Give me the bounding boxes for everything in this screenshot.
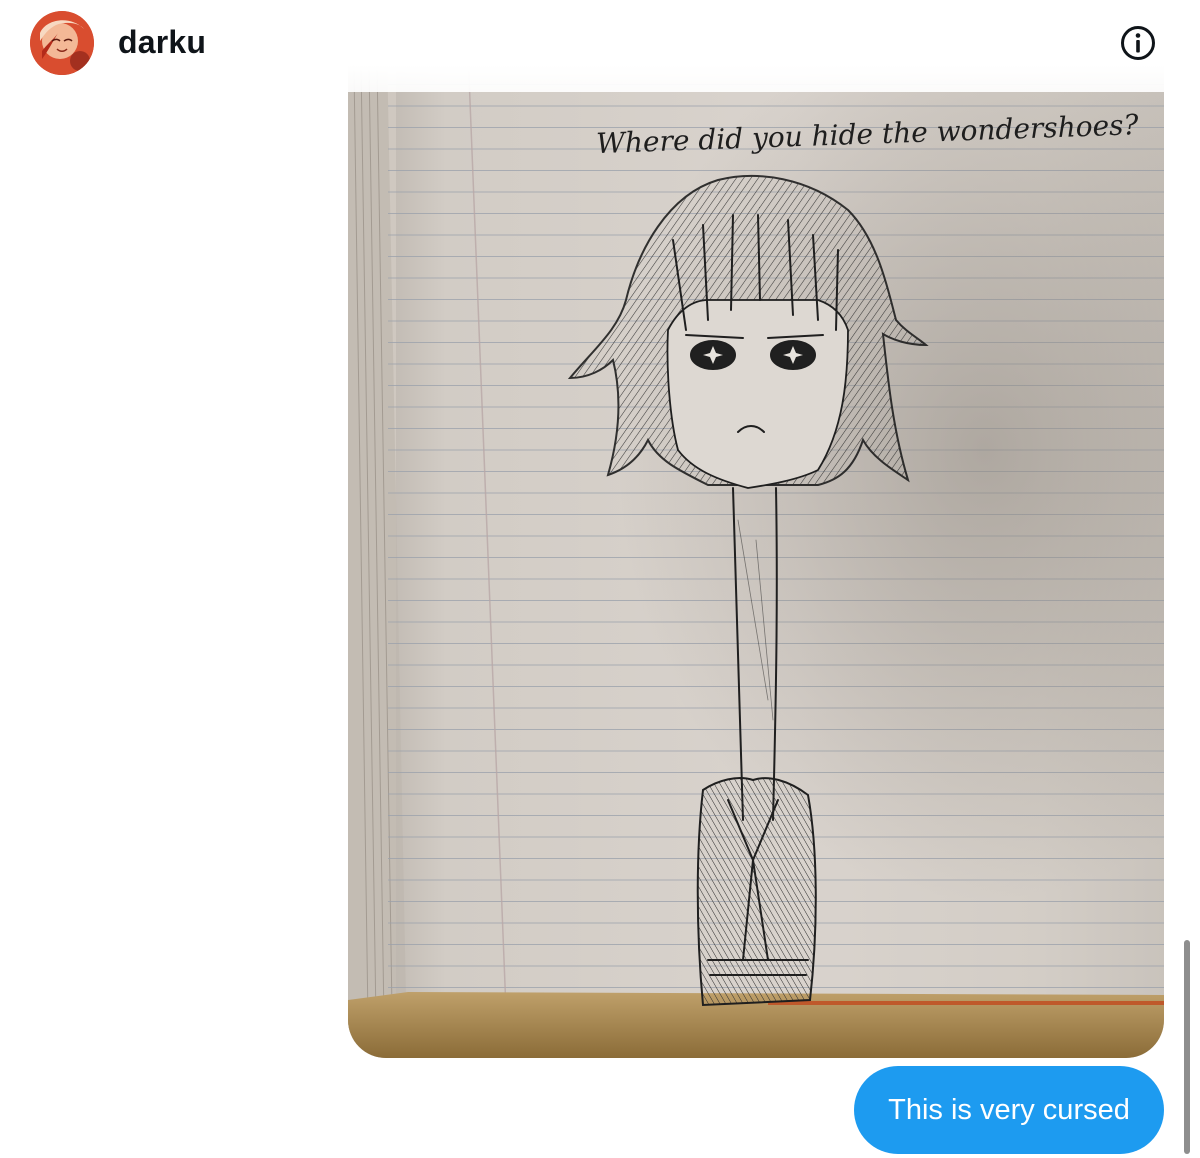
notebook-photo: Where did you hide the wondershoes?	[348, 0, 1164, 1058]
avatar[interactable]	[30, 11, 94, 75]
scrollbar[interactable]	[1184, 940, 1190, 1154]
sent-message-bubble[interactable]: This is very cursed	[854, 1066, 1164, 1154]
info-button[interactable]	[1119, 24, 1157, 62]
conversation-header: darku	[0, 0, 1200, 92]
conversation-username[interactable]: darku	[118, 24, 206, 61]
avatar-image	[30, 11, 94, 75]
info-circle-icon	[1121, 26, 1155, 60]
image-message[interactable]: Where did you hide the wondershoes?	[348, 0, 1164, 1058]
